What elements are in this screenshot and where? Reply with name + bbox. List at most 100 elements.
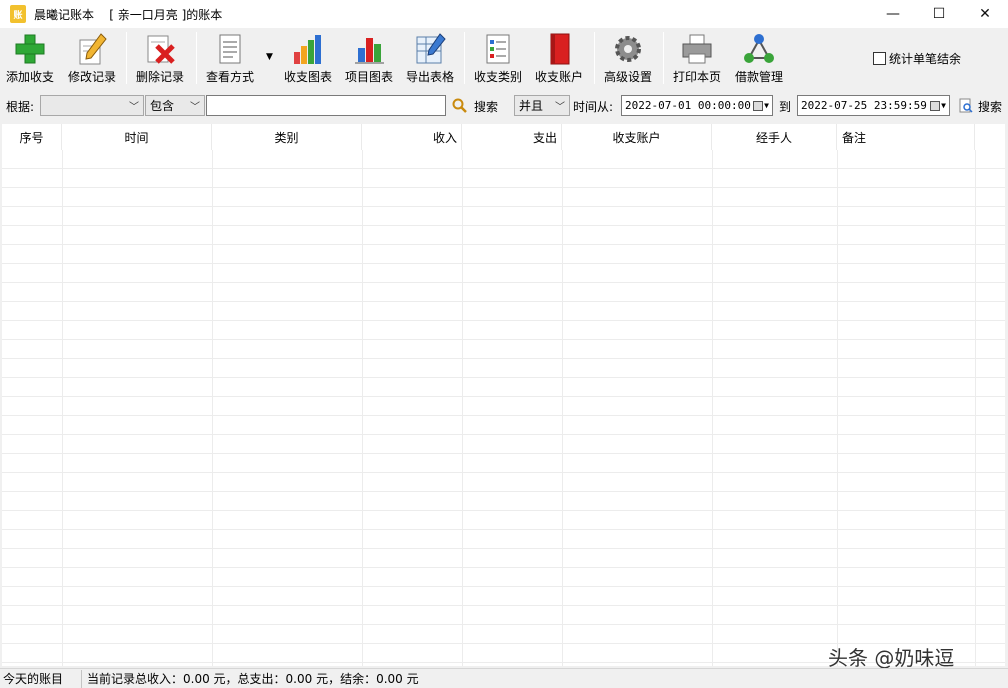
time-to-picker[interactable]: 2022-07-25 23:59:59 ▼ (797, 95, 950, 116)
basis-label: 根据: (6, 99, 35, 114)
chevron-down-icon: ﹀ (555, 102, 565, 113)
print-page-button[interactable]: 打印本页 (673, 32, 721, 88)
edit-record-label: 修改记录 (68, 70, 117, 84)
column-header-index[interactable]: 序号 (2, 124, 62, 150)
column-header-category[interactable]: 类别 (212, 124, 362, 150)
delete-x-icon (147, 35, 175, 64)
column-divider (712, 150, 713, 666)
match-select[interactable]: 包含 ﹀ (145, 95, 205, 116)
search-button-label: 搜索 (474, 99, 499, 114)
records-table[interactable]: 序号 时间 类别 收入 支出 收支账户 经手人 备注 (2, 124, 1005, 666)
window-controls: — ☐ ✕ (870, 0, 1008, 28)
category-button[interactable]: 收支类别 (474, 32, 522, 88)
gear-icon (615, 36, 641, 62)
advanced-settings-label: 高级设置 (604, 70, 653, 84)
account-button[interactable]: 收支账户 (535, 32, 583, 88)
calendar-dropdown-icon[interactable]: ▼ (930, 100, 946, 111)
column-divider (562, 150, 563, 666)
minimize-button[interactable]: — (870, 0, 916, 28)
3d-chart-icon (355, 38, 384, 64)
basis-select[interactable]: ﹀ (40, 95, 144, 116)
column-divider (62, 150, 63, 666)
document-icon (219, 34, 241, 64)
watermark-text: 头条 @奶味逗 (828, 646, 955, 670)
time-from-value: 2022-07-01 00:00:00 (625, 99, 751, 112)
toolbar-separator (663, 32, 664, 84)
export-table-label: 导出表格 (406, 70, 455, 84)
time-to-value: 2022-07-25 23:59:59 (801, 99, 927, 112)
toolbar-separator (126, 32, 127, 84)
magnifier-icon (452, 98, 467, 113)
toolbar: 添加收支 修改记录 删除记录 查看方式 ▼ 收支图表 项目图表 导出表格 收支类… (0, 28, 1008, 90)
export-sheet-icon (416, 33, 446, 64)
column-divider (462, 150, 463, 666)
column-header-handler[interactable]: 经手人 (712, 124, 837, 150)
status-bar: 今天的账目 当前记录总收入：0.00 元，总支出：0.00 元，结余：0.00 … (0, 668, 1008, 688)
export-table-button[interactable]: 导出表格 (406, 32, 454, 88)
chevron-down-icon: ﹀ (190, 102, 200, 113)
search-by-time-button[interactable]: 搜索 (958, 95, 1002, 117)
column-header-note[interactable]: 备注 (837, 124, 975, 150)
table-body[interactable] (2, 150, 1005, 666)
window-title: 晨曦记账本 [ 亲一口月亮 ]的账本 (34, 7, 223, 22)
delete-record-label: 删除记录 (136, 70, 185, 84)
advanced-settings-button[interactable]: 高级设置 (604, 32, 652, 88)
add-record-button[interactable]: 添加收支 (6, 32, 54, 88)
filter-bar: 根据: ﹀ 包含 ﹀ 搜索 并且 ﹀ 时间从: 2022-07-01 00:00… (0, 92, 1008, 120)
loan-management-button[interactable]: 借款管理 (735, 32, 783, 88)
income-chart-button[interactable]: 收支图表 (284, 32, 332, 88)
app-logo-icon: 账 (10, 5, 26, 23)
time-to-label: 到 (779, 99, 792, 114)
toolbar-separator (196, 32, 197, 84)
today-records-link[interactable]: 今天的账目 (0, 669, 82, 688)
view-mode-dropdown-arrow-icon[interactable]: ▼ (266, 52, 273, 62)
bar-chart-icon (294, 35, 321, 64)
item-chart-button[interactable]: 项目图表 (345, 32, 393, 88)
search-button[interactable]: 搜索 (452, 95, 498, 117)
time-from-label: 时间从: (573, 99, 614, 114)
category-label: 收支类别 (474, 70, 523, 84)
edit-record-button[interactable]: 修改记录 (68, 32, 116, 88)
network-icon (744, 34, 774, 63)
checklist-icon (486, 34, 510, 64)
plus-icon (15, 34, 45, 64)
search-by-time-label: 搜索 (978, 99, 1003, 114)
title-bar: 账 晨曦记账本 [ 亲一口月亮 ]的账本 — ☐ ✕ (0, 0, 1008, 28)
income-chart-label: 收支图表 (284, 70, 333, 84)
close-button[interactable]: ✕ (962, 0, 1008, 28)
column-header-time[interactable]: 时间 (62, 124, 212, 150)
add-record-label: 添加收支 (6, 70, 55, 84)
logic-select[interactable]: 并且 ﹀ (514, 95, 570, 116)
toolbar-separator (464, 32, 465, 84)
chevron-down-icon: ﹀ (129, 102, 139, 113)
summary-status-text: 当前记录总收入：0.00 元，总支出：0.00 元，结余：0.00 元 (87, 672, 419, 686)
column-divider (837, 150, 838, 666)
maximize-button[interactable]: ☐ (916, 0, 962, 28)
red-book-icon (550, 33, 570, 65)
account-label: 收支账户 (535, 70, 584, 84)
table-header: 序号 时间 类别 收入 支出 收支账户 经手人 备注 (2, 124, 1005, 150)
delete-record-button[interactable]: 删除记录 (136, 32, 184, 88)
time-from-picker[interactable]: 2022-07-01 00:00:00 ▼ (621, 95, 773, 116)
column-header-expense[interactable]: 支出 (462, 124, 562, 150)
print-page-label: 打印本页 (673, 70, 722, 84)
column-header-income[interactable]: 收入 (362, 124, 462, 150)
column-divider (362, 150, 363, 666)
column-divider (212, 150, 213, 666)
document-search-icon (959, 98, 973, 113)
checkbox-box[interactable] (873, 52, 886, 65)
calendar-dropdown-icon[interactable]: ▼ (753, 100, 769, 111)
logic-select-value: 并且 (519, 99, 544, 113)
stat-balance-checkbox[interactable]: 统计单笔结余 (873, 50, 961, 67)
view-mode-label: 查看方式 (206, 70, 255, 84)
stat-balance-label: 统计单笔结余 (889, 52, 962, 66)
item-chart-label: 项目图表 (345, 70, 394, 84)
toolbar-separator (594, 32, 595, 84)
edit-pencil-icon (79, 33, 107, 65)
printer-icon (682, 34, 712, 64)
loan-management-label: 借款管理 (735, 70, 784, 84)
column-divider (975, 150, 976, 666)
column-header-account[interactable]: 收支账户 (562, 124, 712, 150)
view-mode-button[interactable]: 查看方式 (206, 32, 254, 88)
search-input[interactable] (206, 95, 446, 116)
